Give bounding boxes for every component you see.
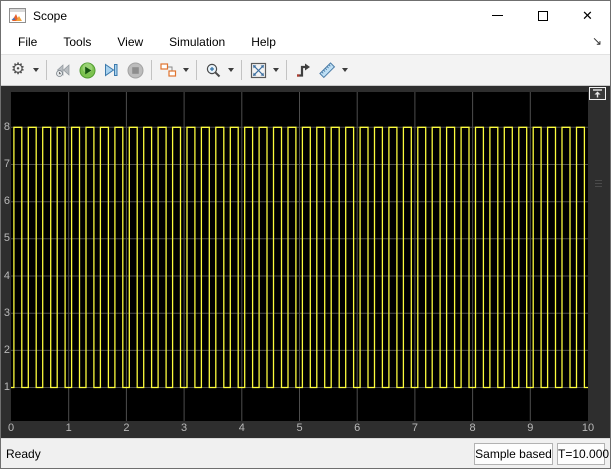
x-tick-label: 4 — [238, 422, 245, 434]
menu-view[interactable]: View — [108, 31, 152, 53]
zoom-dropdown-caret[interactable] — [225, 57, 237, 83]
y-tick-label: 1 — [3, 381, 10, 394]
scope-plot[interactable] — [11, 92, 588, 421]
x-tick-label: 10 — [581, 422, 595, 434]
measurements-ruler-icon[interactable] — [315, 57, 339, 83]
status-sample-mode: Sample based — [474, 443, 553, 465]
waveform-svg — [11, 92, 588, 421]
x-tick-label: 6 — [354, 422, 361, 434]
signal-selector-blocks-icon[interactable] — [156, 57, 180, 83]
zoom-icon[interactable] — [201, 57, 225, 83]
toolbar-separator — [196, 60, 197, 80]
x-tick-label: 2 — [123, 422, 130, 434]
status-bar: Ready Sample based T=10.000 — [1, 438, 610, 468]
x-tick-label: 0 — [7, 422, 15, 434]
y-tick-label: 8 — [3, 120, 10, 133]
toolbar-separator — [286, 60, 287, 80]
menu-simulation[interactable]: Simulation — [160, 31, 234, 53]
toolbar: ⚙ — [1, 54, 610, 86]
signal-selector-dropdown-caret[interactable] — [180, 57, 192, 83]
x-tick-label: 3 — [181, 422, 188, 434]
dock-arrow-icon[interactable]: ↘ — [590, 34, 604, 48]
trigger-icon[interactable] — [291, 57, 315, 83]
matlab-scope-icon — [9, 8, 26, 23]
x-tick-label: 9 — [527, 422, 534, 434]
status-sim-time: T=10.000 — [557, 443, 609, 465]
y-tick-label: 2 — [3, 343, 10, 356]
y-tick-label: 7 — [3, 157, 10, 170]
scope-window: Scope ✕ File Tools View Simulation Help … — [0, 0, 611, 469]
minimize-icon[interactable] — [475, 1, 520, 30]
panel-grip — [595, 178, 602, 189]
toolbar-separator — [151, 60, 152, 80]
y-tick-label: 5 — [3, 232, 10, 245]
y-tick-label: 3 — [3, 306, 10, 319]
scope-panel: 1 2 3 4 5 6 7 8 0 1 2 3 4 5 6 7 8 9 10 — [1, 86, 610, 438]
y-tick-label: 4 — [3, 269, 10, 282]
y-tick-label: 6 — [3, 195, 10, 208]
menu-bar: File Tools View Simulation Help ↘ — [1, 30, 610, 54]
fit-to-view-icon[interactable] — [246, 57, 270, 83]
x-tick-label: 8 — [469, 422, 476, 434]
x-tick-label: 7 — [411, 422, 418, 434]
x-tick-label: 1 — [65, 422, 72, 434]
settings-dropdown-caret[interactable] — [30, 57, 42, 83]
window-title: Scope — [33, 8, 68, 23]
fit-to-view-dropdown-caret[interactable] — [270, 57, 282, 83]
close-icon[interactable]: ✕ — [565, 1, 610, 30]
stop-icon[interactable] — [123, 57, 147, 83]
step-back-icon[interactable] — [51, 57, 75, 83]
run-icon[interactable] — [75, 57, 99, 83]
status-ready-text: Ready — [6, 447, 41, 461]
menu-file[interactable]: File — [9, 31, 46, 53]
menu-help[interactable]: Help — [242, 31, 285, 53]
expand-axes-icon[interactable] — [589, 87, 606, 100]
toolbar-separator — [46, 60, 47, 80]
title-bar[interactable]: Scope ✕ — [1, 1, 610, 30]
toolbar-separator — [241, 60, 242, 80]
settings-gear-icon[interactable]: ⚙ — [6, 57, 30, 83]
x-tick-label: 5 — [296, 422, 303, 434]
measurements-dropdown-caret[interactable] — [339, 57, 351, 83]
menu-tools[interactable]: Tools — [54, 31, 100, 53]
maximize-icon[interactable] — [520, 1, 565, 30]
step-forward-icon[interactable] — [99, 57, 123, 83]
